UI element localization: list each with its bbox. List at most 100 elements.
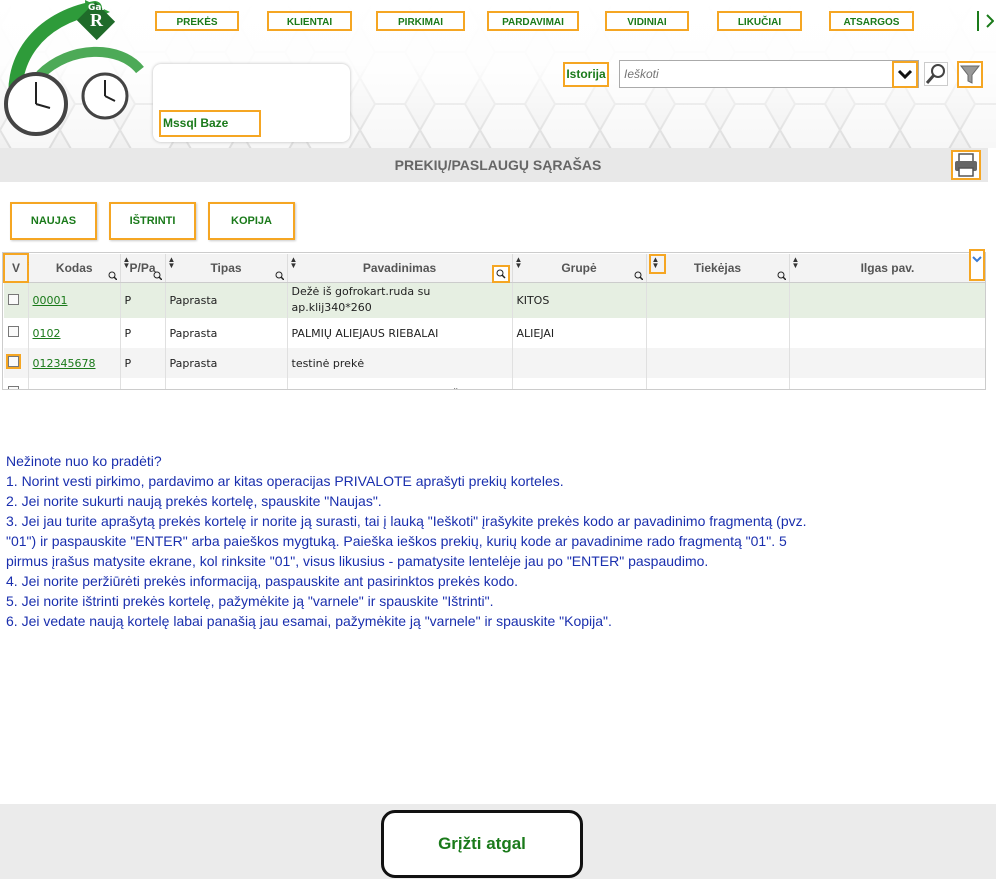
cell-supplier xyxy=(646,348,790,378)
nav-vidiniai[interactable]: VIDINIAI xyxy=(605,11,689,31)
cell-group: HIGIENOS xyxy=(512,378,647,389)
nav-divider xyxy=(977,11,979,31)
chevron-down-icon xyxy=(897,69,913,80)
row-checkbox[interactable] xyxy=(8,386,19,389)
cell-name: P-R24 Buteliukas 240ML (maišelyje) xyxy=(287,378,513,389)
cell-supplier xyxy=(646,378,790,389)
row-checkbox[interactable] xyxy=(6,354,21,369)
help-line: 5. Jei norite ištrinti prekės kortelę, p… xyxy=(6,593,494,609)
search-button[interactable] xyxy=(924,62,948,86)
help-line: 6. Jei vedate naują kortelę labai panaši… xyxy=(6,613,612,629)
column-search-icon[interactable] xyxy=(275,271,284,280)
cell-long-name xyxy=(789,378,985,389)
sort-icon[interactable]: ▲▼ xyxy=(168,256,176,270)
nav-atsargos[interactable]: ATSARGOS xyxy=(829,11,914,31)
column-kodas[interactable]: Kodas xyxy=(28,254,121,283)
cell-type: Paprasta xyxy=(165,282,288,318)
sort-icon[interactable]: ▲▼ xyxy=(290,256,298,270)
row-checkbox-cell[interactable] xyxy=(4,282,29,318)
table-row[interactable]: 012345678 P Paprasta testinė prekė xyxy=(4,348,985,378)
help-line: pirmus įrašus matysite ekrane, kol rinks… xyxy=(6,553,709,569)
column-search-icon[interactable] xyxy=(634,271,643,280)
logo-clocks-icon xyxy=(4,0,144,136)
column-tipas[interactable]: ▲ ▼ Tipas xyxy=(165,254,288,283)
column-chooser-button[interactable] xyxy=(969,249,985,281)
cell-code[interactable]: 012345678 xyxy=(28,348,121,378)
search-dropdown-button[interactable] xyxy=(892,61,918,88)
chevron-right-icon[interactable] xyxy=(986,14,994,28)
cell-supplier xyxy=(646,282,790,318)
row-checkbox-cell[interactable] xyxy=(4,378,29,389)
help-line: Nežinote nuo ko pradėti? xyxy=(6,453,162,469)
print-button[interactable] xyxy=(951,150,981,180)
logo-letter: R xyxy=(90,10,103,30)
filter-button[interactable] xyxy=(957,61,983,88)
column-search-icon[interactable] xyxy=(153,271,162,280)
cell-long-name xyxy=(789,318,985,348)
cell-long-name xyxy=(789,348,985,378)
cell-pp: P xyxy=(120,348,166,378)
table-row[interactable]: 0102 P Paprasta PALMIŲ ALIEJAUS RIEBALAI… xyxy=(4,318,985,348)
column-grupe[interactable]: ▲ ▼ Grupė xyxy=(512,254,647,283)
sort-icon[interactable]: ▲▼ xyxy=(792,256,800,270)
nav-likuciai[interactable]: LIKUČIAI xyxy=(717,11,802,31)
cell-type: Paprasta xyxy=(165,318,288,348)
cell-group xyxy=(512,348,647,378)
help-text: Nežinote nuo ko pradėti? 1. Norint vesti… xyxy=(6,451,866,631)
table-header: V▲▼ Kodas ▲▼P/Pa ▲▼Tipas ▲▼Pavadinimas ▲… xyxy=(3,253,985,283)
nav-prekes[interactable]: PREKĖS xyxy=(155,11,239,31)
cell-code[interactable]: 00001 xyxy=(28,282,121,318)
column-select[interactable]: V▲▼ xyxy=(3,253,35,283)
column-search-icon[interactable] xyxy=(108,271,117,280)
help-line: 3. Jei jau turite aprašytą prekės kortel… xyxy=(6,513,807,529)
column-pp[interactable]: ▲ ▼ P/Pa xyxy=(120,254,166,283)
row-checkbox[interactable] xyxy=(8,293,19,305)
column-search-icon[interactable] xyxy=(491,264,510,283)
cell-pp: P xyxy=(120,318,166,348)
nav-klientai[interactable]: KLIENTAI xyxy=(267,11,352,31)
column-pavadinimas[interactable]: ▲ ▼ Pavadinimas xyxy=(287,254,513,283)
back-button[interactable]: Grįžti atgal xyxy=(381,810,583,878)
row-checkbox-cell[interactable] xyxy=(4,348,29,378)
delete-button[interactable]: IŠTRINTI xyxy=(109,202,196,240)
column-ilgas-pav[interactable]: ▲ ▼ Ilgas pav. xyxy=(789,254,985,283)
cell-pp: P xyxy=(120,378,166,389)
database-name[interactable]: Mssql Baze xyxy=(159,110,261,137)
cell-code[interactable]: 0201 xyxy=(28,378,121,390)
item-code-link[interactable]: 0102 xyxy=(33,327,61,340)
items-table: V▲▼ Kodas ▲▼P/Pa ▲▼Tipas ▲▼Pavadinimas ▲… xyxy=(2,252,986,390)
cell-long-name xyxy=(789,282,985,318)
column-search-icon[interactable] xyxy=(777,271,786,280)
cell-pp: P xyxy=(120,282,166,318)
table-row[interactable]: 0201 P Paprasta P-R24 Buteliukas 240ML (… xyxy=(4,378,985,390)
cell-type: Paprasta xyxy=(165,378,288,389)
item-code-link[interactable]: 00001 xyxy=(33,294,68,307)
item-code-link[interactable]: 0201 xyxy=(33,387,61,390)
cell-supplier xyxy=(646,318,790,348)
cell-type: Paprasta xyxy=(165,348,288,378)
table-row[interactable]: 00001 P Paprasta Dežė iš gofrokart.ruda … xyxy=(4,282,985,318)
sort-icon[interactable]: ▲▼ xyxy=(648,254,667,274)
item-code-link[interactable]: 012345678 xyxy=(33,357,96,370)
cell-code[interactable]: 0102 xyxy=(28,318,121,348)
sort-icon[interactable]: ▲▼ xyxy=(515,256,523,270)
cell-group: ALIEJAI xyxy=(512,318,647,348)
search-input[interactable] xyxy=(619,60,919,88)
help-line: 2. Jei norite sukurti naują prekės korte… xyxy=(6,493,382,509)
nav-pardavimai[interactable]: PARDAVIMAI xyxy=(487,11,579,31)
printer-icon xyxy=(955,153,977,177)
search-icon xyxy=(925,64,945,84)
history-button[interactable]: Istorija xyxy=(563,62,609,87)
help-line: 4. Jei norite peržiūrėti prekės informac… xyxy=(6,573,519,589)
row-checkbox[interactable] xyxy=(8,326,19,337)
copy-button[interactable]: KOPIJA xyxy=(208,202,295,240)
cell-name: testinė prekė xyxy=(287,348,513,378)
column-tiekejas[interactable]: ▲ ▼ Tiekėjas xyxy=(646,254,790,283)
cell-name: Dežė iš gofrokart.ruda su ap.klij340*260 xyxy=(287,282,513,318)
nav-pirkimai[interactable]: PIRKIMAI xyxy=(376,11,465,31)
new-button[interactable]: NAUJAS xyxy=(10,202,97,240)
sort-icon[interactable]: ▲▼ xyxy=(123,256,131,270)
row-checkbox-cell[interactable] xyxy=(4,318,29,348)
chevron-down-icon xyxy=(972,256,982,263)
page-title: PREKIŲ/PASLAUGŲ SĄRAŠAS xyxy=(394,157,602,173)
